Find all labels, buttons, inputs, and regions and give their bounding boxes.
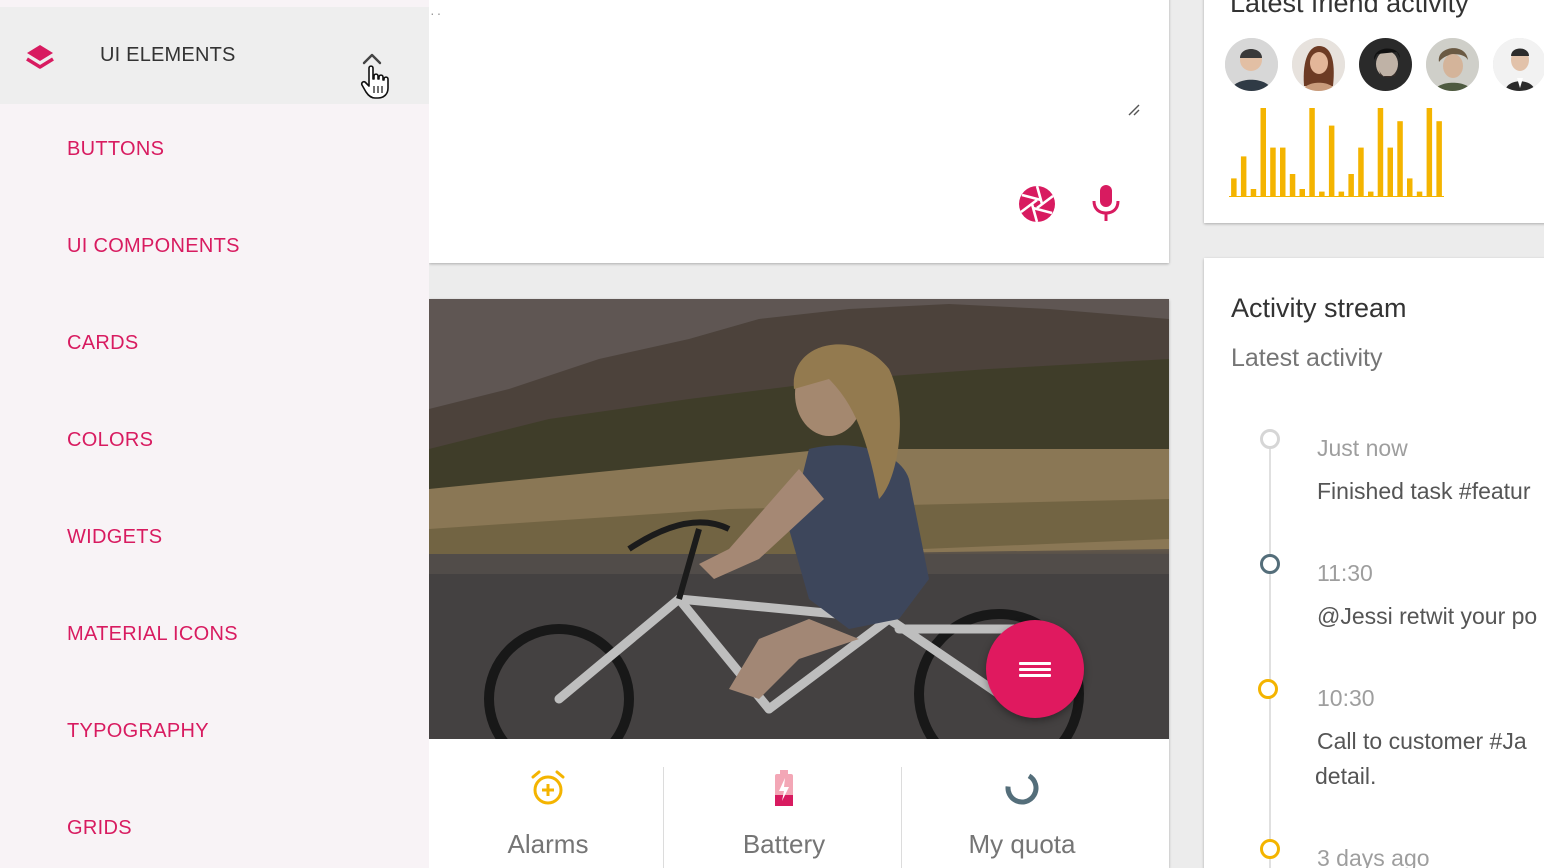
text-area-dots: ··: [430, 5, 444, 21]
alarm-add-icon: [531, 770, 565, 805]
resize-handle-icon[interactable]: [1127, 103, 1141, 117]
activity-bar: [1377, 108, 1384, 196]
battery-charging-icon: [775, 770, 793, 806]
activity-bar: [1289, 174, 1296, 196]
activity-bar: [1260, 108, 1266, 196]
activity-bar: [1436, 121, 1442, 196]
friend-avatar[interactable]: [1493, 38, 1544, 91]
activity-bar: [1280, 147, 1286, 196]
stat-label-battery: Battery: [742, 829, 826, 859]
timeline-dot: [1260, 554, 1280, 574]
activity-bar: [1426, 108, 1433, 196]
compose-card: [429, 0, 1169, 263]
menu-fab-button[interactable]: [986, 620, 1084, 718]
stats-row: Alarms Battery My quota: [429, 739, 1169, 868]
sidebar-item-material-icons[interactable]: MATERIAL ICONS: [67, 623, 238, 646]
stat-battery[interactable]: Battery: [665, 739, 903, 868]
sidebar-nav: UI ELEMENTS BUTTONS UI COMPONENTS CARDS …: [0, 0, 429, 868]
friend-avatar[interactable]: [1359, 38, 1412, 91]
sidebar-item-colors[interactable]: COLORS: [67, 429, 153, 452]
activity-bar: [1338, 191, 1345, 196]
menu-icon: [1019, 659, 1051, 680]
timeline-text[interactable]: @Jessi retwit your po: [1317, 603, 1537, 630]
activity-bar: [1348, 174, 1354, 196]
activity-bar: [1358, 147, 1364, 196]
timeline-dot: [1260, 839, 1280, 859]
activity-bar: [1309, 108, 1315, 196]
timeline-dot: [1260, 429, 1280, 449]
section-title: UI ELEMENTS: [100, 44, 236, 66]
timeline-text-continued: detail.: [1315, 763, 1377, 789]
timeline-time: 11:30: [1317, 560, 1373, 586]
friend-avatar[interactable]: [1292, 38, 1345, 91]
activity-stream-subtitle: Latest activity: [1231, 344, 1383, 372]
friend-avatar[interactable]: [1225, 38, 1278, 91]
activity-bar: [1319, 191, 1325, 196]
stat-alarms[interactable]: Alarms: [429, 739, 667, 868]
timeline-time: 3 days ago: [1317, 845, 1430, 868]
friend-activity-bar-chart: [1229, 108, 1444, 197]
microphone-icon[interactable]: [1088, 182, 1124, 226]
activity-bar: [1407, 178, 1413, 196]
activity-bar: [1240, 156, 1247, 196]
activity-bar: [1387, 147, 1393, 196]
timeline-time: Just now: [1317, 435, 1408, 461]
timeline-line: [1269, 448, 1271, 868]
sidebar-item-typography[interactable]: TYPOGRAPHY: [67, 720, 209, 743]
timeline-time: 10:30: [1317, 685, 1375, 711]
activity-bar: [1368, 191, 1374, 196]
activity-bar: [1231, 178, 1237, 196]
friend-avatar[interactable]: [1426, 38, 1479, 91]
activity-bar: [1397, 121, 1403, 196]
hand-cursor-icon: [360, 65, 389, 99]
stat-quota[interactable]: My quota: [903, 739, 1141, 868]
sidebar-item-ui-components[interactable]: UI COMPONENTS: [67, 235, 240, 258]
layers-icon: [26, 45, 54, 69]
stat-divider: [663, 767, 664, 868]
camera-aperture-icon[interactable]: [1017, 184, 1057, 224]
sidebar-item-buttons[interactable]: BUTTONS: [67, 138, 164, 161]
timeline-dot: [1258, 679, 1278, 699]
activity-bar: [1416, 191, 1423, 196]
sidebar-item-grids[interactable]: GRIDS: [67, 817, 132, 840]
friend-activity-title: Latest friend activity: [1230, 0, 1469, 18]
sidebar-item-cards[interactable]: CARDS: [67, 332, 139, 355]
timeline-text[interactable]: Finished task #featur: [1317, 478, 1531, 505]
activity-bar: [1299, 189, 1305, 196]
photo-card: Alarms Battery My quota: [429, 299, 1169, 868]
sidebar-item-widgets[interactable]: WIDGETS: [67, 526, 162, 549]
donut-progress-icon: [1005, 771, 1039, 805]
activity-bar: [1250, 189, 1257, 196]
activity-bar: [1270, 147, 1276, 196]
activity-bar: [1328, 125, 1335, 196]
stat-label-alarms: Alarms: [507, 829, 589, 859]
stat-divider: [901, 767, 902, 868]
stat-label-quota: My quota: [968, 829, 1076, 859]
timeline-text[interactable]: Call to customer #Ja: [1317, 728, 1527, 755]
activity-stream-title: Activity stream: [1231, 293, 1407, 323]
